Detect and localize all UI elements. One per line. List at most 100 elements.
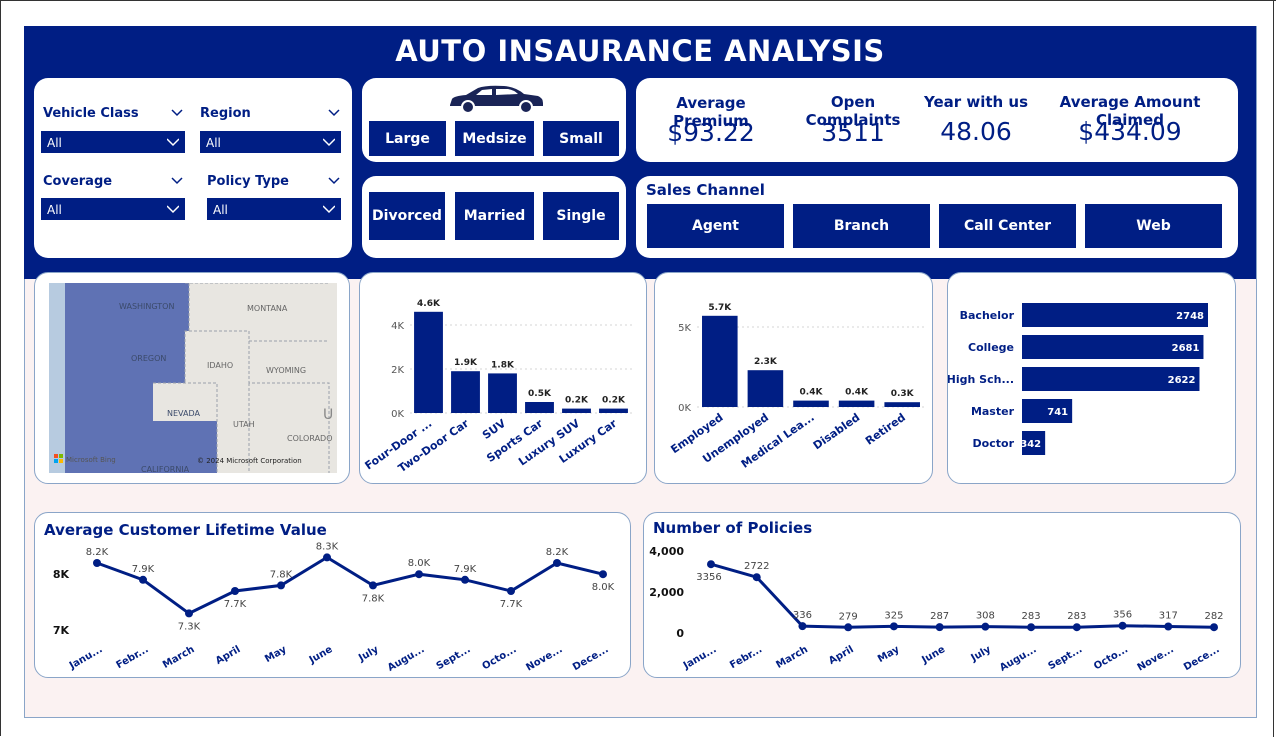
data-label: 317 bbox=[1159, 611, 1178, 622]
data-point[interactable] bbox=[93, 559, 101, 567]
data-point[interactable] bbox=[415, 570, 423, 579]
kpi-panel: Average Premium $93.22 Open Complaints 3… bbox=[636, 78, 1238, 162]
x-tick-label: Dece... bbox=[571, 644, 610, 673]
data-label: 8.2K bbox=[86, 547, 109, 558]
y-tick-label: 5K bbox=[678, 323, 691, 334]
x-tick-label: Janu... bbox=[681, 644, 719, 672]
data-label: 0.5K bbox=[528, 389, 552, 399]
data-point[interactable] bbox=[1164, 622, 1173, 631]
bar[interactable] bbox=[884, 402, 920, 407]
chevron-down-icon[interactable] bbox=[328, 174, 340, 186]
vehicle-class-dropdown[interactable]: All bbox=[40, 130, 186, 154]
x-tick-label: July bbox=[968, 644, 993, 665]
data-point[interactable] bbox=[599, 570, 607, 579]
x-tick-label: April bbox=[827, 644, 856, 667]
data-point[interactable] bbox=[707, 560, 715, 569]
x-tick-label: June bbox=[919, 644, 947, 667]
bar[interactable] bbox=[838, 400, 875, 407]
bing-logo-icon bbox=[59, 454, 63, 458]
size-button-large[interactable]: Large bbox=[369, 121, 446, 156]
data-point[interactable] bbox=[277, 581, 285, 590]
data-point[interactable] bbox=[752, 573, 761, 582]
kpi-label-year-with-us: Year with us bbox=[923, 93, 1029, 111]
marital-button-single[interactable]: Single bbox=[543, 192, 619, 240]
avg-clv-line-chart[interactable]: 7K 8K 8.2K Janu... 7.9K Febr... 7.3K March 7.7K A… bbox=[35, 513, 632, 679]
data-label: 2.3K bbox=[754, 357, 778, 367]
employment-chart-card: 0K 5K 5.7K Employed 2.3K Unemployed 0.4K Medica… bbox=[654, 272, 933, 484]
data-point[interactable] bbox=[1210, 623, 1218, 632]
y-category-label: College bbox=[968, 341, 1014, 354]
data-point[interactable] bbox=[139, 575, 147, 584]
filter-label-coverage: Coverage bbox=[43, 174, 113, 189]
data-point[interactable] bbox=[461, 575, 469, 584]
education-bar-chart[interactable]: Bachelor 2748 College 2681 High Sch... 2622 Ma… bbox=[948, 273, 1237, 485]
sales-channel-panel: Sales Channel Agent Branch Call Center W… bbox=[636, 176, 1238, 258]
y-category-label: High Sch... bbox=[948, 373, 1014, 386]
avg-clv-chart-card: Average Customer Lifetime Value 7K 8K 8.2K… bbox=[34, 512, 631, 678]
data-label: 5.7K bbox=[708, 303, 732, 313]
data-point[interactable] bbox=[553, 559, 561, 567]
size-button-small[interactable]: Small bbox=[543, 121, 619, 156]
region-dropdown[interactable]: All bbox=[199, 130, 342, 154]
bar[interactable] bbox=[702, 315, 738, 407]
chevron-down-icon bbox=[167, 138, 179, 147]
data-label: 3356 bbox=[696, 572, 721, 583]
data-label: 0.4K bbox=[800, 388, 824, 398]
kpi-value-average-premium: $93.22 bbox=[667, 118, 755, 147]
data-point[interactable] bbox=[1027, 623, 1036, 632]
employment-bar-chart[interactable]: 0K5K5.7KEmployed2.3KUnemployed0.4KMedica… bbox=[655, 273, 934, 485]
data-label: 282 bbox=[1204, 611, 1223, 622]
data-label: 8.3K bbox=[316, 541, 339, 552]
bar[interactable] bbox=[747, 370, 784, 407]
data-point[interactable] bbox=[323, 553, 331, 562]
data-point[interactable] bbox=[1118, 621, 1127, 630]
vehicle-class-bar-chart[interactable]: 0K2K4K4.6KFour-Door ...1.9KTwo-Door Car1… bbox=[360, 273, 648, 485]
filter-label-region: Region bbox=[200, 106, 251, 121]
data-point[interactable] bbox=[185, 609, 193, 618]
map-label: COLORADO bbox=[287, 434, 333, 443]
bar[interactable] bbox=[599, 408, 628, 413]
bar[interactable] bbox=[488, 373, 517, 413]
chevron-down-icon[interactable] bbox=[328, 106, 340, 118]
data-label: 2722 bbox=[744, 561, 769, 572]
bar[interactable] bbox=[525, 402, 554, 413]
channel-button-web[interactable]: Web bbox=[1085, 204, 1222, 248]
data-label: 7.8K bbox=[362, 593, 385, 604]
data-point[interactable] bbox=[889, 622, 898, 631]
chevron-down-icon[interactable] bbox=[171, 174, 183, 186]
vehicle-class-chart-card: 0K 2K 4K 4.6K Four-Door ... 1.9K Two-Door Car 1… bbox=[359, 272, 647, 484]
data-point[interactable] bbox=[507, 587, 515, 595]
data-point[interactable] bbox=[844, 623, 853, 632]
region-map[interactable]: WASHINGTON MONTANA OREGON IDAHO WYOMING … bbox=[49, 283, 337, 473]
marital-button-married[interactable]: Married bbox=[455, 192, 534, 240]
dropdown-value: All bbox=[47, 203, 62, 217]
data-label: 2748 bbox=[1176, 311, 1204, 322]
channel-button-call-center[interactable]: Call Center bbox=[939, 204, 1076, 248]
size-button-medsize[interactable]: Medsize bbox=[455, 121, 534, 156]
channel-button-agent[interactable]: Agent bbox=[647, 204, 784, 248]
x-tick-label: June bbox=[307, 644, 335, 667]
chevron-down-icon[interactable] bbox=[171, 106, 183, 118]
bar[interactable] bbox=[451, 371, 480, 413]
coverage-dropdown[interactable]: All bbox=[40, 197, 186, 221]
data-point[interactable] bbox=[1072, 623, 1081, 632]
y-category-label: Bachelor bbox=[960, 309, 1015, 322]
data-point[interactable] bbox=[369, 581, 377, 590]
y-tick-label: 4,000 bbox=[649, 545, 684, 558]
data-point[interactable] bbox=[798, 622, 807, 631]
marital-button-divorced[interactable]: Divorced bbox=[369, 192, 445, 240]
data-label: 2681 bbox=[1172, 343, 1200, 354]
map-label: U bbox=[323, 407, 333, 423]
bar[interactable] bbox=[414, 311, 443, 413]
x-tick-label: Augu... bbox=[998, 644, 1039, 674]
bar[interactable] bbox=[562, 408, 591, 413]
data-point[interactable] bbox=[981, 622, 990, 631]
data-label: 0.4K bbox=[845, 388, 869, 398]
data-point[interactable] bbox=[231, 587, 239, 595]
policy-type-dropdown[interactable]: All bbox=[206, 197, 342, 221]
data-point[interactable] bbox=[935, 623, 944, 632]
channel-button-branch[interactable]: Branch bbox=[793, 204, 930, 248]
map-ocean bbox=[49, 283, 65, 473]
num-policies-line-chart[interactable]: 0 2,000 4,000 3356 Janu... 2722 Febr... 336 Marc… bbox=[644, 513, 1242, 679]
bar[interactable] bbox=[793, 400, 829, 407]
